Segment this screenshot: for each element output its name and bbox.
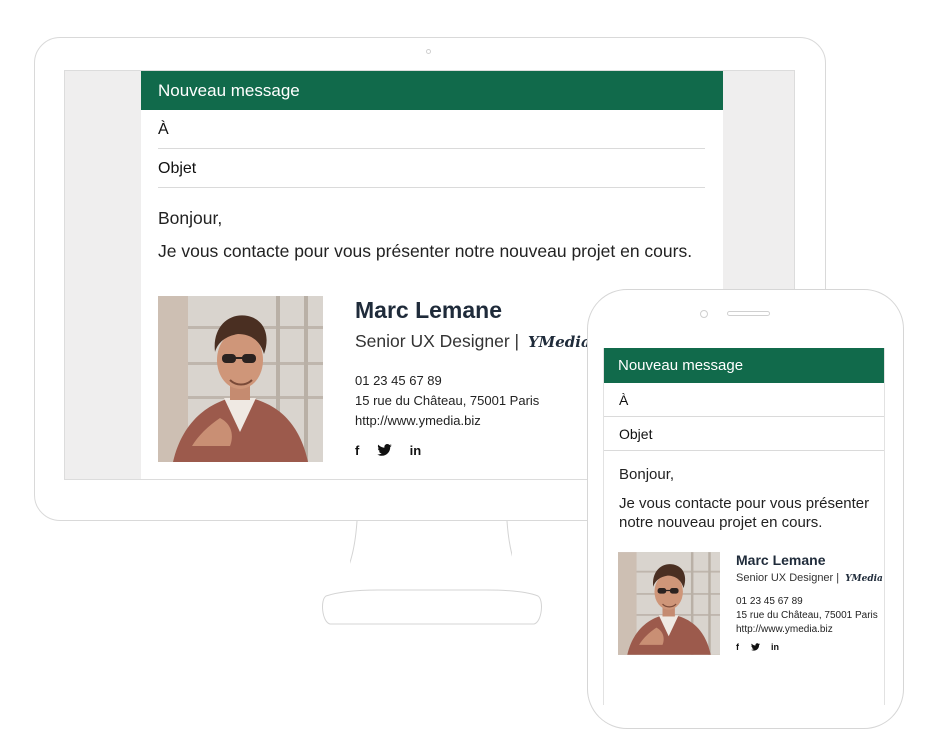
compose-header-title: Nouveau message (141, 71, 723, 110)
mobile-linkedin-icon[interactable]: in (771, 642, 779, 652)
linkedin-icon[interactable]: in (410, 443, 422, 458)
mobile-signature-website[interactable]: http://www.ymedia.biz (736, 624, 833, 635)
mobile-signature-separator: | (836, 572, 840, 584)
mobile-signature-name: Marc Lemane (736, 552, 826, 568)
mobile-signature-role-line: Senior UX Designer | YMedia (736, 572, 883, 584)
mobile-twitter-icon[interactable] (750, 642, 763, 652)
mobile-to-field[interactable]: À (604, 383, 884, 417)
to-field[interactable]: À (158, 110, 705, 149)
body-text: Je vous contacte pour vous présenter not… (158, 241, 693, 261)
signature-address: 15 rue du Château, 75001 Paris (355, 393, 540, 408)
signature-website[interactable]: http://www.ymedia.biz (355, 413, 481, 428)
subject-field[interactable]: Objet (158, 149, 705, 188)
mobile-body-line-1: Je vous contacte pour vous présenter (619, 495, 870, 512)
signature-separator: | (514, 331, 520, 351)
mobile-signature-role: Senior UX Designer (736, 572, 834, 584)
facebook-icon[interactable]: f (355, 443, 359, 458)
signature-phone: 01 23 45 67 89 (355, 373, 442, 388)
mobile-signature-photo (618, 552, 720, 655)
phone-speaker (727, 311, 770, 316)
monitor-stand-base (322, 589, 542, 625)
body-greeting: Bonjour, (158, 208, 223, 228)
mobile-facebook-icon[interactable]: f (736, 642, 739, 652)
brand-logo: YMedia (527, 333, 591, 351)
webcam-icon (426, 49, 431, 54)
phone-camera-icon (700, 310, 708, 318)
signature-photo (158, 296, 323, 462)
mobile-body-greeting: Bonjour, (619, 466, 675, 483)
mobile-subject-field[interactable]: Objet (604, 417, 884, 451)
mobile-signature-phone: 01 23 45 67 89 (736, 596, 803, 607)
subject-label: Objet (158, 160, 197, 177)
mobile-body-line-2: notre nouveau projet en cours. (619, 514, 823, 531)
twitter-icon[interactable] (377, 443, 396, 458)
social-links: f in (355, 443, 435, 458)
signature-role: Senior UX Designer (355, 331, 510, 351)
mobile-compose-header-title: Nouveau message (604, 348, 884, 383)
signature-name: Marc Lemane (355, 297, 503, 323)
mobile-brand-logo: YMedia (845, 574, 883, 584)
to-label: À (158, 121, 169, 138)
mobile-social-links: f in (736, 642, 788, 652)
signature-role-line: Senior UX Designer | YMedia (355, 331, 591, 352)
mobile-signature-address: 15 rue du Château, 75001 Paris (736, 610, 878, 621)
mobile-to-label: À (619, 392, 629, 408)
mobile-compose-window: Nouveau message À Objet Bonjour, Je vous… (603, 348, 885, 705)
mobile-subject-label: Objet (619, 426, 653, 442)
